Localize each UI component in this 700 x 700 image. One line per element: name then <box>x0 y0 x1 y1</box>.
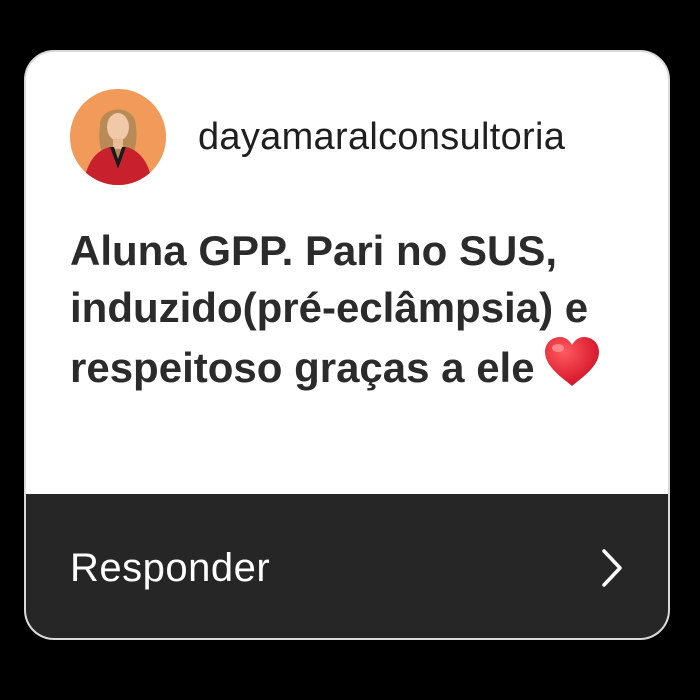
card-header: dayamaralconsultoria <box>70 89 565 185</box>
message-body: Aluna GPP. Pari no SUS, induzido(pré-ecl… <box>70 227 589 391</box>
red-heart-icon <box>543 336 601 402</box>
reply-label: Responder <box>70 545 271 590</box>
username[interactable]: dayamaralconsultoria <box>198 116 565 159</box>
story-reply-card: dayamaralconsultoria Aluna GPP. Pari no … <box>24 50 670 640</box>
message-text: Aluna GPP. Pari no SUS, induzido(pré-ecl… <box>70 222 650 402</box>
reply-button[interactable]: Responder <box>26 494 668 638</box>
chevron-right-icon <box>600 548 624 588</box>
avatar-portrait-icon <box>70 89 166 185</box>
avatar[interactable] <box>70 89 166 185</box>
